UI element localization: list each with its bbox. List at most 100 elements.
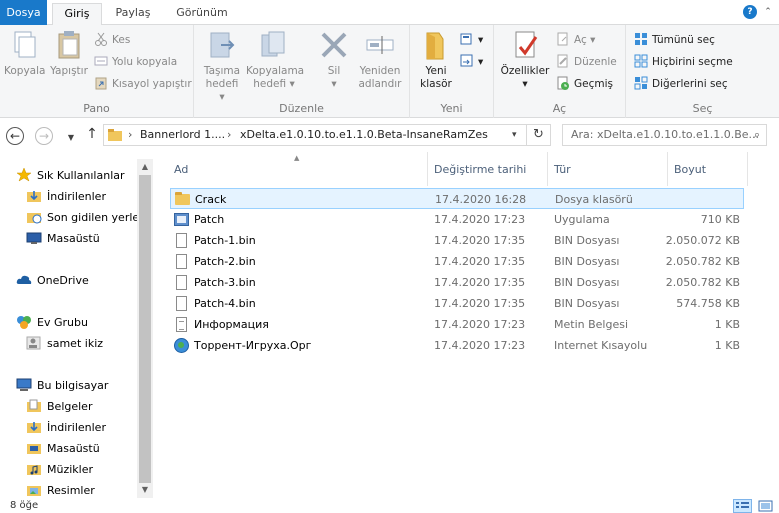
chevron-down-icon: ▼	[67, 133, 75, 142]
address-bar[interactable]: › Bannerlord 1.... › xDelta.e1.0.10.to.e…	[103, 124, 527, 146]
nav-item-favorites[interactable]: Sık Kullanılanlar	[16, 165, 125, 186]
file-name: Patch	[194, 213, 225, 226]
nav-item-desktop[interactable]: Masaüstü	[26, 228, 100, 249]
file-name: Crack	[195, 193, 227, 206]
file-list: ▲ Ad Değiştirme tarihi Tür Boyut Crack 1…	[158, 152, 779, 498]
computer-icon	[16, 378, 32, 392]
cut-label: Kes	[112, 34, 131, 46]
file-size: 1 KB	[714, 339, 740, 352]
paste-button[interactable]: Yapıştır	[48, 29, 90, 78]
music-icon	[26, 462, 42, 476]
nav-item-downloads[interactable]: İndirilenler	[26, 186, 106, 207]
open-button[interactable]: Aç ▾	[556, 30, 595, 50]
new-item-icon	[460, 32, 474, 46]
properties-label: Özellikler	[500, 65, 550, 77]
file-row-patch-1[interactable]: Patch-1.bin 17.4.2020 17:35 BIN Dosyası …	[170, 230, 744, 251]
select-none-button[interactable]: Hiçbirini seçme	[634, 52, 733, 72]
move-to-label-line2: hedefi ▾	[205, 78, 239, 103]
delete-button[interactable]: Sil ▾	[316, 29, 352, 91]
nav-item-homegroup[interactable]: Ev Grubu	[16, 312, 88, 333]
file-type: Internet Kısayolu	[554, 339, 648, 352]
tab-home[interactable]: Giriş	[52, 3, 102, 25]
paste-shortcut-label: Kısayol yapıştır	[112, 78, 192, 90]
nav-item-user[interactable]: samet ikiz	[26, 333, 103, 354]
new-folder-button[interactable]: Yeni klasör	[416, 29, 456, 91]
nav-item-recent-places[interactable]: Son gidilen yerler	[26, 207, 144, 228]
copy-button[interactable]: Kopyala	[4, 29, 45, 78]
file-row-internet-shortcut[interactable]: Торрент-Игруха.Орг 17.4.2020 17:23 Inter…	[170, 335, 744, 356]
scroll-down-arrow-icon[interactable]: ▼	[137, 482, 153, 498]
file-icon	[174, 296, 189, 311]
nav-item-onedrive[interactable]: OneDrive	[16, 270, 89, 291]
details-view-button[interactable]	[733, 499, 752, 513]
move-to-button[interactable]: Taşıma hedefi ▾	[202, 29, 242, 104]
refresh-button[interactable]: ↻	[527, 124, 551, 146]
back-arrow-icon: ←	[9, 129, 21, 143]
history-button[interactable]: Geçmiş	[556, 74, 613, 94]
up-arrow-icon: ↑	[86, 126, 98, 142]
navigation-pane-scrollbar[interactable]: ▲ ▼	[137, 159, 153, 498]
homegroup-icon	[16, 315, 32, 329]
select-all-label: Tümünü seç	[652, 34, 715, 46]
breadcrumb-current[interactable]: xDelta.e1.0.10.to.e1.1.0.Beta-InsaneRamZ…	[240, 125, 488, 145]
rename-label-line1: Yeniden	[359, 65, 401, 77]
nav-item-this-pc[interactable]: Bu bilgisayar	[16, 375, 108, 396]
item-count: 8 öğe	[10, 500, 39, 511]
copy-to-button[interactable]: Kopyalama hedefi ▾	[246, 29, 304, 91]
navigation-bar: ← → ▼ ↑ › Bannerlord 1.... › xDelta.e1.0…	[0, 118, 779, 152]
new-item-button[interactable]: ▾	[460, 30, 483, 50]
ribbon-group-select: Tümünü seç Hiçbirini seçme Diğerlerini s…	[626, 25, 779, 118]
breadcrumb-parent[interactable]: Bannerlord 1....	[140, 125, 225, 145]
copy-path-icon	[94, 54, 108, 68]
paste-shortcut-button[interactable]: Kısayol yapıştır	[94, 74, 192, 94]
recent-locations-button[interactable]: ▼	[62, 130, 80, 148]
invert-selection-button[interactable]: Diğerlerini seç	[634, 74, 728, 94]
column-header-type[interactable]: Tür	[548, 152, 668, 186]
tab-file[interactable]: Dosya	[0, 0, 47, 25]
properties-button[interactable]: Özellikler ▾	[498, 29, 552, 91]
open-label: Aç	[574, 34, 587, 46]
tab-share[interactable]: Paylaş	[108, 3, 158, 25]
copy-path-button[interactable]: Yolu kopyala	[94, 52, 177, 72]
file-row-patch[interactable]: Patch 17.4.2020 17:23 Uygulama 710 KB	[170, 209, 744, 230]
column-header-name[interactable]: Ad	[168, 152, 428, 186]
file-row-informatsiya[interactable]: Информация 17.4.2020 17:23 Metin Belgesi…	[170, 314, 744, 335]
nav-item-documents[interactable]: Belgeler	[26, 396, 92, 417]
column-header-size[interactable]: Boyut	[668, 152, 748, 186]
file-row-patch-2[interactable]: Patch-2.bin 17.4.2020 17:35 BIN Dosyası …	[170, 251, 744, 272]
forward-button[interactable]: →	[35, 127, 53, 145]
scroll-up-arrow-icon[interactable]: ▲	[137, 159, 153, 175]
desktop-icon	[26, 441, 42, 455]
delete-x-icon	[319, 29, 349, 61]
scrollbar-thumb[interactable]	[139, 175, 151, 483]
tab-view[interactable]: Görünüm	[170, 3, 234, 25]
edit-button[interactable]: Düzenle	[556, 52, 617, 72]
delete-dropdown-chevron-icon[interactable]: ▾	[316, 78, 352, 91]
help-icon[interactable]: ?	[743, 5, 757, 19]
easy-access-button[interactable]: ▾	[460, 52, 483, 72]
back-button[interactable]: ←	[6, 127, 24, 145]
file-date: 17.4.2020 17:35	[434, 255, 526, 268]
file-row-patch-3[interactable]: Patch-3.bin 17.4.2020 17:35 BIN Dosyası …	[170, 272, 744, 293]
column-header-date[interactable]: Değiştirme tarihi	[428, 152, 548, 186]
address-history-chevron-icon[interactable]: ▾	[512, 125, 517, 145]
ribbon-collapse-chevron-icon[interactable]: ⌃	[761, 5, 775, 19]
nav-item-desktop-pc[interactable]: Masaüstü	[26, 438, 100, 459]
cut-button[interactable]: Kes	[94, 30, 130, 50]
large-icons-view-button[interactable]	[756, 499, 775, 513]
up-button[interactable]: ↑	[83, 126, 101, 144]
nav-item-pictures[interactable]: Resimler	[26, 480, 95, 498]
properties-dropdown-chevron-icon[interactable]: ▾	[498, 78, 552, 91]
history-label: Geçmiş	[574, 78, 613, 90]
rename-button[interactable]: Yeniden adlandır	[356, 29, 404, 91]
delete-label: Sil	[327, 65, 341, 77]
application-icon	[174, 212, 189, 227]
file-row-crack[interactable]: Crack 17.4.2020 16:28 Dosya klasörü	[170, 188, 744, 209]
select-all-button[interactable]: Tümünü seç	[634, 30, 715, 50]
search-input[interactable]: Ara: xDelta.e1.0.10.to.e1.1.0.Be... ⌕	[562, 124, 767, 146]
file-row-patch-4[interactable]: Patch-4.bin 17.4.2020 17:35 BIN Dosyası …	[170, 293, 744, 314]
nav-item-music[interactable]: Müzikler	[26, 459, 93, 480]
file-size: 2.050.072 KB	[665, 234, 740, 247]
nav-item-downloads-pc[interactable]: İndirilenler	[26, 417, 106, 438]
copy-icon	[9, 29, 39, 61]
